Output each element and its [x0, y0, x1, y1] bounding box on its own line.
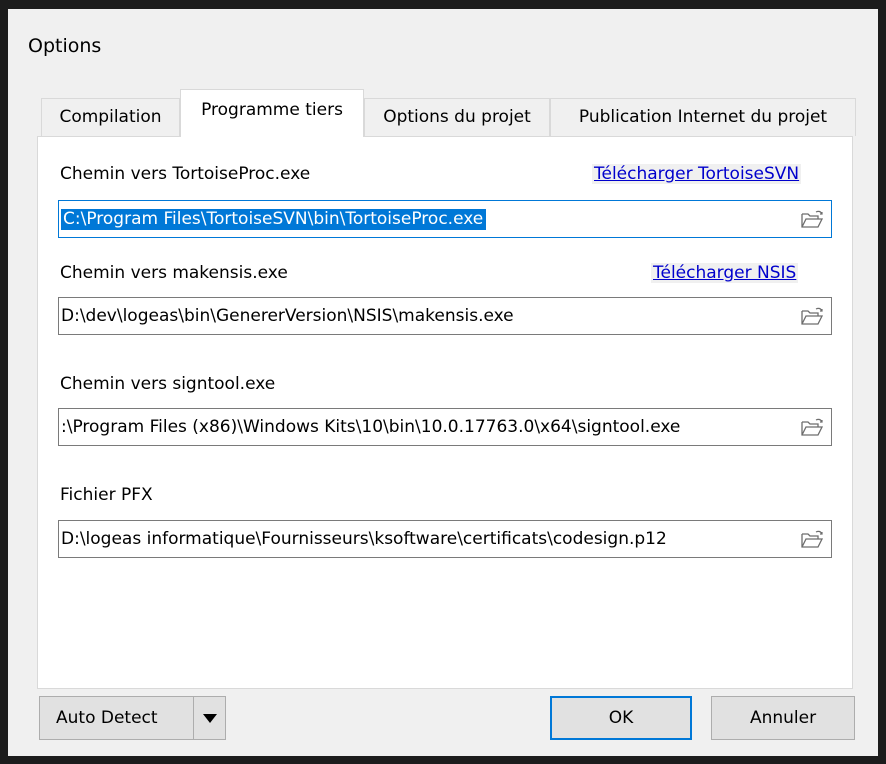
ok-button[interactable]: OK: [550, 696, 692, 740]
tab-compilation[interactable]: Compilation: [41, 98, 180, 136]
signtool-path-value: :\Program Files (x86)\Windows Kits\10\bi…: [61, 417, 681, 437]
tab-panel-programme-tiers: Chemin vers TortoiseProc.exe Télécharger…: [37, 136, 853, 689]
open-folder-icon[interactable]: [799, 209, 825, 231]
tab-bar: Compilation Programme tiers Options du p…: [41, 89, 861, 137]
signtool-path-field[interactable]: :\Program Files (x86)\Windows Kits\10\bi…: [58, 408, 832, 446]
tab-options-du-projet[interactable]: Options du projet: [364, 98, 550, 136]
auto-detect-label: Auto Detect: [56, 708, 158, 728]
auto-detect-split-button[interactable]: Auto Detect: [39, 696, 226, 740]
pfx-path-field[interactable]: D:\logeas informatique\Fournisseurs\ksof…: [58, 520, 832, 558]
makensis-path-field[interactable]: D:\dev\logeas\bin\GenererVersion\NSIS\ma…: [58, 297, 832, 335]
signtool-label: Chemin vers signtool.exe: [60, 374, 276, 394]
download-nsis-link[interactable]: Télécharger NSIS: [651, 263, 799, 283]
pfx-label: Fichier PFX: [60, 485, 153, 505]
makensis-label: Chemin vers makensis.exe: [60, 263, 288, 283]
tab-publication-internet[interactable]: Publication Internet du projet: [550, 98, 856, 136]
triangle-down-icon[interactable]: [193, 697, 225, 739]
open-folder-icon[interactable]: [799, 417, 825, 439]
tortoiseproc-path-value: C:\Program Files\TortoiseSVN\bin\Tortois…: [61, 209, 487, 230]
tortoiseproc-label: Chemin vers TortoiseProc.exe: [60, 164, 311, 184]
download-tortoisesvn-link[interactable]: Télécharger TortoiseSVN: [592, 164, 802, 184]
tab-programme-tiers[interactable]: Programme tiers: [180, 89, 364, 137]
makensis-path-value: D:\dev\logeas\bin\GenererVersion\NSIS\ma…: [61, 306, 514, 326]
cancel-button[interactable]: Annuler: [711, 696, 855, 740]
open-folder-icon[interactable]: [799, 306, 825, 328]
dialog-title: Options: [28, 35, 102, 57]
options-dialog: Options Compilation Programme tiers Opti…: [8, 9, 878, 756]
tortoiseproc-path-field[interactable]: C:\Program Files\TortoiseSVN\bin\Tortois…: [58, 200, 832, 238]
open-folder-icon[interactable]: [799, 529, 825, 551]
pfx-path-value: D:\logeas informatique\Fournisseurs\ksof…: [61, 529, 667, 549]
